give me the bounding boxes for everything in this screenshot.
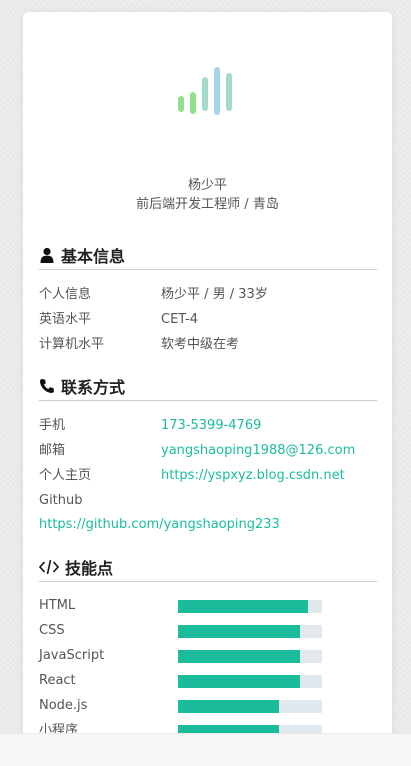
skill-bar-fill (178, 700, 279, 713)
contact-row: 邮箱 yangshaoping1988@126.com (39, 441, 379, 461)
contact-row: 手机 173-5399-4769 (39, 416, 379, 436)
skill-name: CSS (39, 623, 65, 638)
profile-name: 杨少平 (187, 178, 227, 193)
skill-bar-fill (178, 625, 301, 638)
skill-bar (178, 675, 322, 688)
skill-bar (178, 600, 322, 613)
info-value: CET-4 (161, 312, 199, 327)
user-icon (40, 247, 54, 263)
skill-name: Node.js (39, 698, 88, 713)
info-value: 杨少平 / 男 / 33岁 (161, 287, 268, 302)
contact-label: 手机 (39, 418, 66, 433)
code-icon (39, 559, 59, 574)
github-link[interactable]: https://github.com/yangshaoping233 (39, 515, 280, 535)
skill-bar (178, 650, 322, 663)
email-link[interactable]: yangshaoping1988@126.com (161, 441, 355, 461)
section-contact-header: 联系方式 (39, 371, 377, 401)
contact-label: 邮箱 (39, 443, 66, 458)
homepage-link[interactable]: https://yspxyz.blog.csdn.net (161, 466, 345, 486)
info-row: 个人信息 杨少平 / 男 / 33岁 (39, 285, 379, 305)
info-row: 英语水平 CET-4 (39, 310, 379, 330)
section-skills-title: 技能点 (65, 558, 114, 578)
skill-bar-fill (178, 650, 301, 663)
github-label: Github (39, 493, 83, 508)
profile-title: 前后端开发工程师 / 青岛 (136, 197, 279, 212)
skill-name: JavaScript (39, 648, 105, 663)
skill-name: React (39, 673, 76, 688)
skill-bar (178, 700, 322, 713)
info-label: 英语水平 (39, 312, 92, 327)
contact-row: 个人主页 https://yspxyz.blog.csdn.net (39, 466, 379, 486)
info-row: 计算机水平 软考中级在考 (39, 335, 379, 355)
skill-row: Node.js (39, 696, 379, 716)
info-value: 软考中级在考 (161, 337, 240, 352)
section-contact-title: 联系方式 (61, 377, 126, 397)
section-basic-header: 基本信息 (39, 240, 377, 270)
info-label: 计算机水平 (39, 337, 105, 352)
bottom-toolbar (0, 733, 411, 766)
contact-label: 个人主页 (39, 468, 92, 483)
skill-row: HTML (39, 596, 379, 616)
phone-icon (40, 378, 54, 393)
skill-bar (178, 625, 322, 638)
section-basic-title: 基本信息 (61, 246, 126, 266)
skill-bar-fill (178, 675, 301, 688)
info-label: 个人信息 (39, 287, 92, 302)
resume-card: 杨少平 前后端开发工程师 / 青岛 基本信息 个人信息 杨少平 / 男 / 33… (23, 12, 392, 752)
logo-icon (178, 67, 240, 119)
skill-bar-fill (178, 600, 308, 613)
contact-row: Github (39, 491, 379, 511)
section-skills-header: 技能点 (39, 552, 377, 582)
skill-row: JavaScript (39, 646, 379, 666)
phone-link[interactable]: 173-5399-4769 (161, 416, 261, 436)
skill-name: HTML (39, 598, 76, 613)
skill-row: CSS (39, 621, 379, 641)
skill-row: React (39, 671, 379, 691)
